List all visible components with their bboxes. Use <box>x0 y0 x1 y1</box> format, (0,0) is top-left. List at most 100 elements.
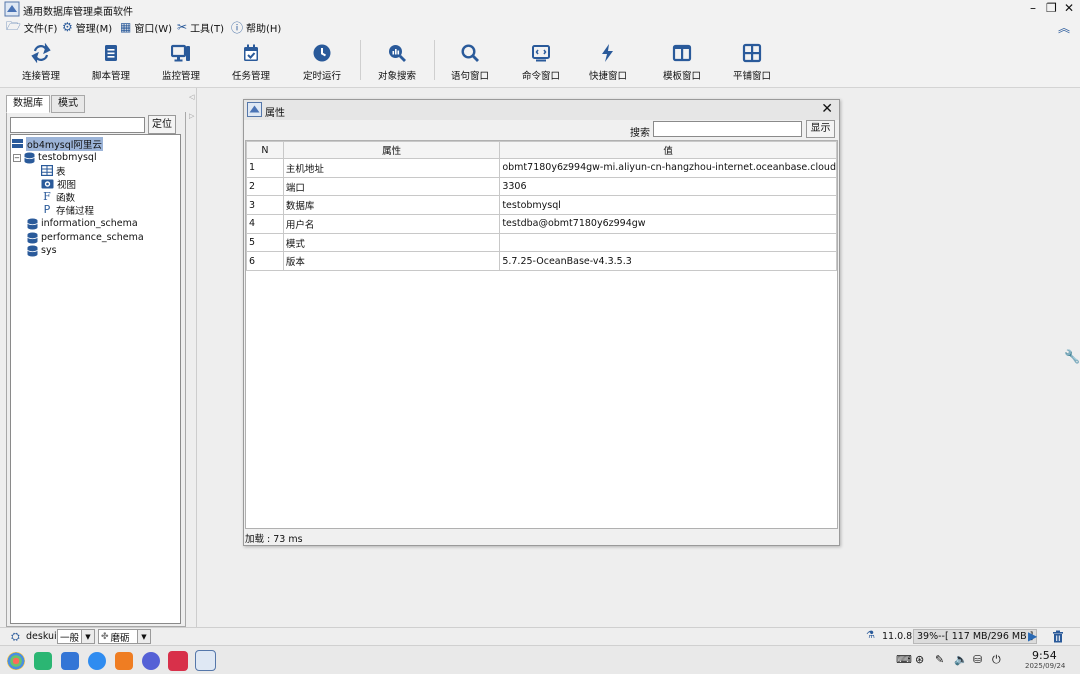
database-icon <box>27 245 38 256</box>
property-name: 数据库 <box>282 195 501 216</box>
connection-manage-button[interactable]: 连接管理 <box>8 40 74 84</box>
browser-icon[interactable] <box>88 652 106 670</box>
launcher-icon[interactable] <box>7 652 25 670</box>
table-row[interactable]: 4 用户名 testdba@obmt7180y6z994gw <box>246 214 837 234</box>
volume-icon[interactable]: 🔈 <box>954 653 968 666</box>
dialog-close-button[interactable]: ✕ <box>821 101 833 117</box>
terminal-app-icon[interactable] <box>168 651 188 671</box>
property-value: obmt7180y6z994gw-mi.aliyun-cn-hangzhou-i… <box>499 158 837 178</box>
template-window-button[interactable]: 模板窗口 <box>649 40 715 84</box>
property-name: 版本 <box>282 251 501 272</box>
windows-icon: ▦ <box>120 20 132 34</box>
load-time-status: 加载 : 73 ms <box>245 534 303 545</box>
settings-icon[interactable] <box>142 652 160 670</box>
command-window-button[interactable]: 命令窗口 <box>508 40 574 84</box>
minimize-button[interactable]: – <box>1030 1 1036 15</box>
table-row[interactable]: 5 模式 <box>246 232 837 253</box>
tree-node-functions[interactable]: F 函数 <box>41 190 75 204</box>
object-search-button[interactable]: 对象搜索 <box>364 40 430 84</box>
database-icon <box>27 232 38 243</box>
tree-node-procedures[interactable]: P 存储过程 <box>41 203 94 217</box>
left-panel-tabs: 数据库 模式 <box>6 95 86 113</box>
power-icon[interactable]: ⏻ <box>992 653 1001 667</box>
locate-input[interactable] <box>10 117 145 133</box>
mode-select[interactable]: 一般 ▼ <box>57 629 95 644</box>
chevron-down-icon: ▼ <box>81 630 94 643</box>
columns-icon <box>672 44 692 62</box>
column-header-n[interactable]: N <box>246 141 284 159</box>
skin-select[interactable]: ✤ 磨砺 ▼ <box>98 629 151 644</box>
tools-icon: ✂ <box>177 20 188 34</box>
toolbar: 连接管理 脚本管理 监控管理 任务管理 定时运行 对象搜索 语句窗口 命令窗口 … <box>0 36 1080 88</box>
storage-icon[interactable]: ⛁ <box>973 653 982 666</box>
dialog-title: 属性 <box>265 108 285 119</box>
property-name: 主机地址 <box>282 158 501 178</box>
collapse-toggle-icon[interactable]: − <box>13 153 21 162</box>
properties-table: N 属性 值 1 主机地址 obmt7180y6z994gw-mi.aliyun… <box>245 140 838 529</box>
network-icon[interactable]: ⊛ <box>915 653 924 666</box>
tile-window-button[interactable]: 平铺窗口 <box>719 40 785 84</box>
tree-node-testobmysql[interactable]: − testobmysql <box>13 151 97 164</box>
menu-window[interactable]: ▦ 窗口(W) <box>120 20 172 35</box>
grid-icon <box>742 43 762 63</box>
monitor-manage-button[interactable]: 监控管理 <box>148 40 214 84</box>
properties-dialog: 属性 ✕ 搜索 显示 N 属性 值 1 主机地址 obmt7180y6z994g… <box>243 99 840 546</box>
app-store-icon[interactable] <box>61 652 79 670</box>
close-button[interactable]: ✕ <box>1064 1 1074 15</box>
file-manager-icon[interactable] <box>34 652 52 670</box>
task-manage-button[interactable]: 任务管理 <box>218 40 284 84</box>
scheduled-run-button[interactable]: 定时运行 <box>289 40 355 84</box>
table-icon <box>41 165 53 176</box>
view-icon <box>41 179 54 189</box>
column-header-value[interactable]: 值 <box>499 141 837 159</box>
table-row[interactable]: 2 端口 3306 <box>246 176 837 197</box>
row-number: 6 <box>246 251 284 272</box>
quick-window-button[interactable]: 快捷窗口 <box>575 40 641 84</box>
menu-file[interactable]: 🗁 文件(F) <box>6 19 57 35</box>
table-row[interactable]: 1 主机地址 obmt7180y6z994gw-mi.aliyun-cn-han… <box>246 158 837 178</box>
clock-time[interactable]: 9:54 <box>1032 649 1057 662</box>
tree-node-connection[interactable]: ob4mysql阿里云 <box>12 136 103 151</box>
db-app-icon[interactable] <box>195 650 216 671</box>
wrench-icon[interactable]: 🔧 <box>1064 350 1080 365</box>
table-row[interactable]: 6 版本 5.7.25-OceanBase-v4.3.5.3 <box>246 251 837 272</box>
panel-divider[interactable] <box>196 88 197 628</box>
tree-node-views[interactable]: 视图 <box>41 177 76 191</box>
table-row[interactable]: 3 数据库 testobmysql <box>246 195 837 216</box>
locate-button[interactable]: 定位 <box>148 115 176 134</box>
row-number: 5 <box>246 232 284 253</box>
clock-date[interactable]: 2025/09/24 <box>1025 662 1065 670</box>
column-header-property[interactable]: 属性 <box>282 141 501 159</box>
script-manage-button[interactable]: 脚本管理 <box>78 40 144 84</box>
play-icon[interactable]: ▶ <box>1028 629 1037 643</box>
app-logo-icon <box>4 1 20 17</box>
maximize-button[interactable]: ❐ <box>1046 1 1057 15</box>
collapse-left-icon[interactable]: ◁ <box>189 93 194 101</box>
tree-node-sys[interactable]: sys <box>27 244 57 257</box>
show-button[interactable]: 显示 <box>806 120 835 138</box>
trash-icon[interactable] <box>1052 630 1064 643</box>
script-icon <box>105 45 117 61</box>
statement-window-button[interactable]: 语句窗口 <box>437 40 503 84</box>
tree-node-performance-schema[interactable]: performance_schema <box>27 231 144 244</box>
memory-usage[interactable]: 39%--[ 117 MB/296 MB ] <box>913 629 1038 644</box>
app-version: 11.0.8 <box>882 631 913 642</box>
skin-icon: ✤ <box>101 631 109 642</box>
menu-tools[interactable]: ✂ 工具(T) <box>177 20 224 35</box>
search-input[interactable] <box>653 121 802 137</box>
server-icon <box>12 139 23 148</box>
menu-help[interactable]: ⓘ 帮助(H) <box>231 20 281 35</box>
tree-node-information-schema[interactable]: information_schema <box>27 217 138 230</box>
menu-manage[interactable]: ⚙ 管理(M) <box>62 20 112 35</box>
tab-database[interactable]: 数据库 <box>6 95 50 113</box>
keyboard-icon[interactable]: ⌨ <box>896 653 912 666</box>
dialog-title-bar[interactable]: 属性 ✕ <box>244 100 839 120</box>
office-icon[interactable] <box>115 652 133 670</box>
collapse-chevron-icon[interactable]: ︽ <box>1058 19 1070 36</box>
menu-bar: 🗁 文件(F) ⚙ 管理(M) ▦ 窗口(W) ✂ 工具(T) ⓘ 帮助(H) … <box>0 18 1080 36</box>
expand-right-icon[interactable]: ▷ <box>189 112 194 120</box>
search-icon <box>461 44 479 62</box>
tree-node-tables[interactable]: 表 <box>41 164 66 178</box>
tab-schema[interactable]: 模式 <box>51 95 85 113</box>
pen-icon[interactable]: ✎ <box>935 653 944 666</box>
